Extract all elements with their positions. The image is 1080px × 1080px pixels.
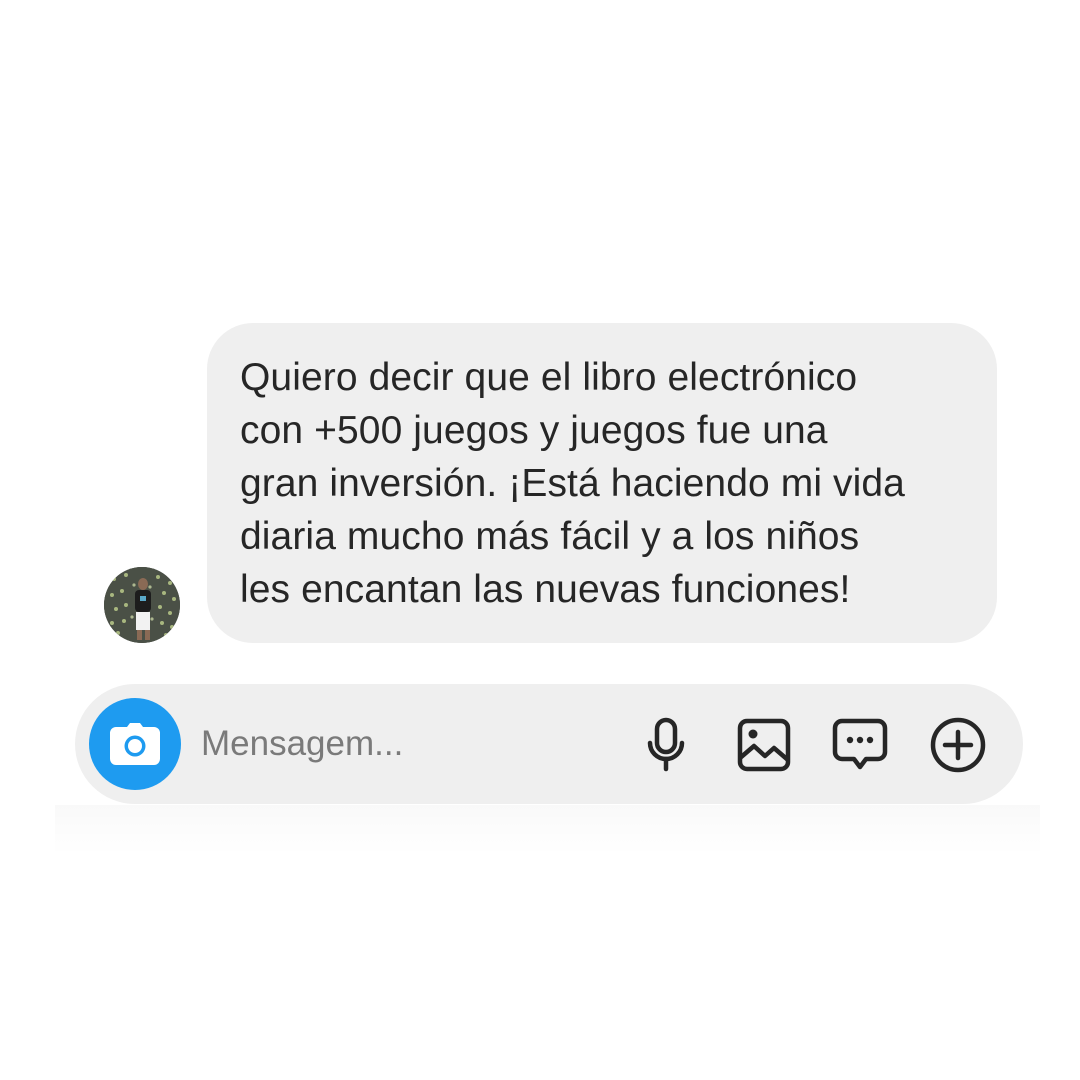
microphone-button[interactable]: [637, 716, 695, 774]
gallery-button[interactable]: [735, 716, 793, 774]
camera-icon: [110, 723, 160, 765]
message-input[interactable]: [201, 714, 621, 774]
more-button[interactable]: [929, 716, 987, 774]
avatar-photo: [104, 567, 180, 643]
message-text: Quiero decir que el libro electrónico co…: [240, 356, 905, 611]
message-composer: [75, 684, 1023, 804]
sticker-button[interactable]: [831, 716, 889, 774]
message-bubble[interactable]: Quiero decir que el libro electrónico co…: [207, 323, 997, 643]
add-icon: [930, 717, 986, 773]
sender-avatar[interactable]: [104, 567, 180, 643]
composer-shadow: [55, 805, 1040, 855]
image-icon: [737, 718, 791, 772]
microphone-icon: [647, 717, 685, 772]
camera-button[interactable]: [89, 698, 181, 790]
chat-screen: Quiero decir que el libro electrónico co…: [0, 0, 1080, 1080]
sticker-icon: [832, 718, 888, 770]
